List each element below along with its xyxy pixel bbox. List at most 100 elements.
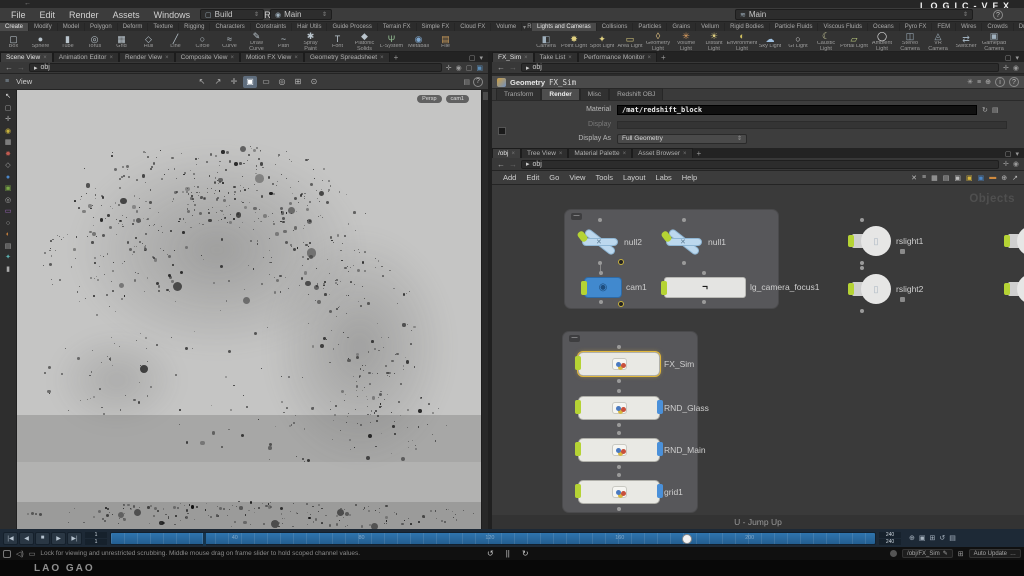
viewport-tool-icon[interactable]: ▣ [243,76,257,88]
node-fx-sim[interactable] [578,352,660,376]
viewport-stowbar[interactable] [481,90,488,530]
node-light-clipped[interactable]: ▯ [1004,273,1024,305]
close-icon[interactable]: × [109,55,113,61]
desktop-selector[interactable]: ▢ Build ⇕ [200,9,264,20]
display-flag[interactable] [848,235,854,247]
network-menu-item[interactable]: Go [544,173,564,182]
scene-viewport[interactable]: Persp cam1 [17,90,481,530]
pane-tab[interactable]: Tree View × [521,148,568,158]
viewport-tool-icon[interactable]: ✛ [227,76,241,88]
shelf-tool[interactable]: ▢ Box [0,31,27,52]
display-flag[interactable] [581,281,587,295]
network-toolbar-icon[interactable]: ▣ [966,174,973,182]
shelf-tab[interactable]: Lights and Cameras [532,23,597,31]
op-jump-icon[interactable]: ↻ [982,106,988,114]
shelf-tab[interactable]: Constraints [251,23,292,31]
network-toolbar-icon[interactable]: ▣ [978,174,985,182]
path-forward-icon[interactable]: → [17,63,25,72]
shelf-tool[interactable]: ◇ Hull [135,31,162,52]
pane-menu-icon[interactable]: ▾ [1015,54,1019,62]
shelf-tool[interactable]: ◎ Torus [81,31,108,52]
close-icon[interactable]: × [559,151,563,157]
skip-forward-icon[interactable]: ↻ [522,549,529,558]
close-icon[interactable]: × [623,151,627,157]
shelf-tool[interactable]: ✸ Point Light [560,31,588,52]
shelf-tool[interactable]: ▤ File [432,31,459,52]
link-icon[interactable]: ◉ [456,64,462,72]
node-rslight1[interactable]: ▯ [848,225,892,257]
network-menu-item[interactable]: Layout [618,173,651,182]
volume-icon[interactable]: ◁) [16,550,24,558]
display-flag[interactable] [575,442,581,456]
shelf-tab[interactable]: Hair Utils [292,23,327,31]
shelf-tab[interactable]: Terrain FX [378,23,417,31]
path-forward-icon[interactable]: → [509,160,517,169]
pane-menu-icon[interactable]: ▾ [479,54,483,62]
playbar-option-icon[interactable]: ↺ [939,534,945,542]
render-flag[interactable] [657,442,663,456]
new-tab-button[interactable]: + [693,149,706,158]
node-input-dot[interactable] [682,218,686,222]
side-tool-icon[interactable]: ✦ [5,254,11,261]
shelf-tool[interactable]: ○ Circle [189,31,216,52]
network-toolbar-icon[interactable]: ≡ [922,174,926,181]
viewport-tool-icon[interactable]: ↗ [211,76,225,88]
viewport-tool-icon[interactable]: ▭ [259,76,273,88]
network-toolbar-icon[interactable]: ▬ [989,174,996,181]
node-lg-camera-focus1[interactable]: ¬ [664,277,746,298]
param-tab[interactable]: Transform [496,88,541,100]
node-input-dot[interactable] [860,218,864,222]
shelf-tool[interactable]: ● Sphere [27,31,54,52]
node-output-dot[interactable] [860,261,864,265]
display-as-select[interactable]: Full Geometry ⇕ [617,134,747,144]
display-flag[interactable] [661,281,667,295]
display-flag[interactable] [848,283,854,295]
current-op-field[interactable]: /obj/FX_Sim ✎ [902,549,953,558]
path-back-icon[interactable]: ← [497,160,505,169]
shelf-tab[interactable]: Modify [29,23,58,31]
shelf-tool[interactable]: ◉ Metaball [405,31,432,52]
network-menu-item[interactable]: Labs [650,173,676,182]
gear-icon[interactable]: ✳ [967,78,973,86]
shelf-overflow-icon[interactable]: ▾ [523,24,526,31]
display-flag[interactable] [575,484,581,498]
node-output-dot[interactable] [617,465,621,469]
shelf-tool[interactable]: ◆ Platonic Solids [351,31,378,52]
shelf-tool[interactable]: ≈ Curve [216,31,243,52]
path-field[interactable]: ▸ obj [521,160,999,169]
shelf-tool[interactable]: ◧ Camera [532,31,560,52]
close-icon[interactable]: × [165,55,169,61]
param-tab[interactable]: Redshift OBJ [609,88,663,100]
close-icon[interactable]: × [43,55,47,61]
shelf-tab[interactable]: Simple FX [417,23,456,31]
side-tool-icon[interactable]: ◎ [5,197,11,204]
path-forward-icon[interactable]: → [509,63,517,72]
shelf-tab[interactable]: Model [58,23,85,31]
close-icon[interactable]: × [294,55,298,61]
side-tool-icon[interactable]: ↖ [5,93,11,100]
node-input-dot[interactable] [617,473,621,477]
pin-icon[interactable]: ✛ [1003,64,1009,72]
material-input[interactable]: /mat/redshift_block [617,105,977,115]
shelf-tab[interactable]: Volume [491,23,522,31]
frame-range-end[interactable]: 240 240 [879,532,901,545]
close-icon[interactable]: × [230,55,234,61]
node-input-dot[interactable] [860,266,864,270]
param-tab[interactable]: Misc [580,88,609,100]
shelf-tab[interactable]: Crowds [982,23,1013,31]
transport-button[interactable]: ▶| [67,532,82,545]
menu-item[interactable]: File [4,10,33,20]
side-tool-icon[interactable]: ✸ [5,151,11,158]
menu-item[interactable]: Windows [147,10,198,20]
shelf-tab[interactable]: Characters [210,23,250,31]
node-input-dot[interactable] [599,271,603,275]
playback-end-frame[interactable]: 240 [879,539,901,545]
snapshot-icon[interactable]: ▣ [476,64,483,72]
shelf-tab[interactable]: Deform [118,23,149,31]
pane-maximize-icon[interactable]: ▢ [1005,54,1012,62]
pane-maximize-icon[interactable]: ▢ [469,54,476,62]
close-icon[interactable]: × [511,151,515,157]
shelf-tool[interactable]: ⇄ Switcher [952,31,980,52]
shelf-tool[interactable]: ◬ VR Camera [924,31,952,52]
shelf-tool[interactable]: ▱ Portal Light [840,31,868,52]
